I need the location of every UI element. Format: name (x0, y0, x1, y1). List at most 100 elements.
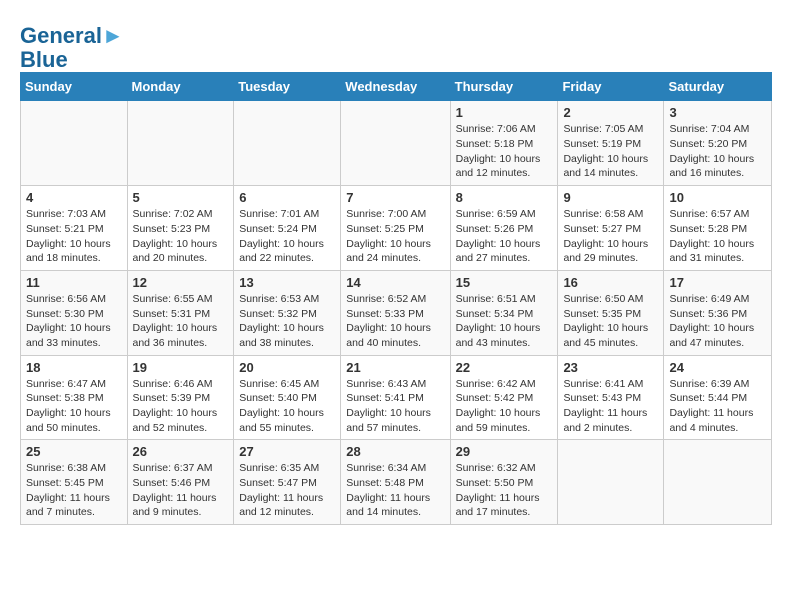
day-info: Sunrise: 6:50 AM Sunset: 5:35 PM Dayligh… (563, 292, 658, 351)
calendar-cell: 6Sunrise: 7:01 AM Sunset: 5:24 PM Daylig… (234, 186, 341, 271)
day-number: 1 (456, 105, 553, 120)
calendar-cell: 29Sunrise: 6:32 AM Sunset: 5:50 PM Dayli… (450, 440, 558, 525)
column-header-saturday: Saturday (664, 73, 772, 101)
day-info: Sunrise: 6:42 AM Sunset: 5:42 PM Dayligh… (456, 377, 553, 436)
day-info: Sunrise: 6:58 AM Sunset: 5:27 PM Dayligh… (563, 207, 658, 266)
calendar-cell: 10 Sunrise: 6:57 AM Sunset: 5:28 PM Dayli… (664, 186, 772, 271)
day-info: Sunrise: 6:45 AM Sunset: 5:40 PM Dayligh… (239, 377, 335, 436)
day-info: Sunrise: 7:06 AM Sunset: 5:18 PM Dayligh… (456, 122, 553, 181)
day-number: 5 (133, 190, 229, 205)
column-header-sunday: Sunday (21, 73, 128, 101)
day-info: Sunrise: 7:02 AM Sunset: 5:23 PM Dayligh… (133, 207, 229, 266)
day-info: Sunrise: 7:03 AM Sunset: 5:21 PM Dayligh… (26, 207, 122, 266)
day-number: 19 (133, 360, 229, 375)
calendar-cell: 4 Sunrise: 7:03 AM Sunset: 5:21 PM Daylig… (21, 186, 128, 271)
calendar-cell: 7 Sunrise: 7:00 AM Sunset: 5:25 PM Daylig… (341, 186, 450, 271)
calendar-cell: 12 Sunrise: 6:55 AM Sunset: 5:31 PM Dayli… (127, 270, 234, 355)
day-number: 18 (26, 360, 122, 375)
day-info: Sunrise: 6:41 AM Sunset: 5:43 PM Dayligh… (563, 377, 658, 436)
calendar-cell: 3 Sunrise: 7:04 AM Sunset: 5:20 PM Daylig… (664, 101, 772, 186)
day-number: 28 (346, 444, 444, 459)
day-number: 16 (563, 275, 658, 290)
day-number: 27 (239, 444, 335, 459)
day-info: Sunrise: 6:43 AM Sunset: 5:41 PM Dayligh… (346, 377, 444, 436)
day-info: Sunrise: 6:38 AM Sunset: 5:45 PM Dayligh… (26, 461, 122, 520)
calendar-cell: 22 Sunrise: 6:42 AM Sunset: 5:42 PM Dayli… (450, 355, 558, 440)
day-info: Sunrise: 6:57 AM Sunset: 5:28 PM Dayligh… (669, 207, 766, 266)
day-number: 3 (669, 105, 766, 120)
day-info: Sunrise: 6:55 AM Sunset: 5:31 PM Dayligh… (133, 292, 229, 351)
calendar-cell (664, 440, 772, 525)
day-info: Sunrise: 6:35 AM Sunset: 5:47 PM Dayligh… (239, 461, 335, 520)
calendar-cell: 16 Sunrise: 6:50 AM Sunset: 5:35 PM Dayli… (558, 270, 664, 355)
day-number: 20 (239, 360, 335, 375)
calendar-cell (234, 101, 341, 186)
day-info: Sunrise: 6:53 AM Sunset: 5:32 PM Dayligh… (239, 292, 335, 351)
calendar-cell: 27 Sunrise: 6:35 AM Sunset: 5:47 PM Dayli… (234, 440, 341, 525)
day-info: Sunrise: 6:51 AM Sunset: 5:34 PM Dayligh… (456, 292, 553, 351)
day-number: 8 (456, 190, 553, 205)
day-number: 9 (563, 190, 658, 205)
day-info: Sunrise: 6:59 AM Sunset: 5:26 PM Dayligh… (456, 207, 553, 266)
calendar-cell: 25 Sunrise: 6:38 AM Sunset: 5:45 PM Dayli… (21, 440, 128, 525)
day-info: Sunrise: 6:52 AM Sunset: 5:33 PM Dayligh… (346, 292, 444, 351)
calendar-week-5: 25 Sunrise: 6:38 AM Sunset: 5:45 PM Dayli… (21, 440, 772, 525)
day-info: Sunrise: 6:34 AM Sunset: 5:48 PM Dayligh… (346, 461, 444, 520)
day-info: Sunrise: 6:39 AM Sunset: 5:44 PM Dayligh… (669, 377, 766, 436)
calendar-table: SundayMondayTuesdayWednesdayThursdayFrid… (20, 72, 772, 525)
logo: General►Blue (20, 24, 124, 72)
day-number: 25 (26, 444, 122, 459)
calendar-cell: 18 Sunrise: 6:47 AM Sunset: 5:38 PM Dayli… (21, 355, 128, 440)
day-number: 10 (669, 190, 766, 205)
day-number: 23 (563, 360, 658, 375)
calendar-cell: 2 Sunrise: 7:05 AM Sunset: 5:19 PM Daylig… (558, 101, 664, 186)
calendar-week-3: 11 Sunrise: 6:56 AM Sunset: 5:30 PM Dayli… (21, 270, 772, 355)
day-number: 26 (133, 444, 229, 459)
day-info: Sunrise: 6:47 AM Sunset: 5:38 PM Dayligh… (26, 377, 122, 436)
calendar-cell: 28 Sunrise: 6:34 AM Sunset: 5:48 PM Dayli… (341, 440, 450, 525)
calendar-cell: 15 Sunrise: 6:51 AM Sunset: 5:34 PM Dayli… (450, 270, 558, 355)
day-number: 12 (133, 275, 229, 290)
day-number: 2 (563, 105, 658, 120)
calendar-cell (341, 101, 450, 186)
day-number: 22 (456, 360, 553, 375)
day-number: 17 (669, 275, 766, 290)
calendar-cell: 11 Sunrise: 6:56 AM Sunset: 5:30 PM Dayli… (21, 270, 128, 355)
calendar-cell: 5 Sunrise: 7:02 AM Sunset: 5:23 PM Daylig… (127, 186, 234, 271)
day-number: 11 (26, 275, 122, 290)
calendar-cell: 8 Sunrise: 6:59 AM Sunset: 5:26 PM Daylig… (450, 186, 558, 271)
calendar-cell (558, 440, 664, 525)
calendar-cell: 26 Sunrise: 6:37 AM Sunset: 5:46 PM Dayli… (127, 440, 234, 525)
column-header-wednesday: Wednesday (341, 73, 450, 101)
column-header-friday: Friday (558, 73, 664, 101)
day-number: 7 (346, 190, 444, 205)
day-info: Sunrise: 7:04 AM Sunset: 5:20 PM Dayligh… (669, 122, 766, 181)
day-number: 24 (669, 360, 766, 375)
day-number: 15 (456, 275, 553, 290)
calendar-cell: 14 Sunrise: 6:52 AM Sunset: 5:33 PM Dayli… (341, 270, 450, 355)
calendar-body: 1 Sunrise: 7:06 AM Sunset: 5:18 PM Daylig… (21, 101, 772, 525)
calendar-week-2: 4 Sunrise: 7:03 AM Sunset: 5:21 PM Daylig… (21, 186, 772, 271)
day-number: 13 (239, 275, 335, 290)
day-info: Sunrise: 7:00 AM Sunset: 5:25 PM Dayligh… (346, 207, 444, 266)
day-info: Sunrise: 7:01 AM Sunset: 5:24 PM Dayligh… (239, 207, 335, 266)
day-number: 21 (346, 360, 444, 375)
day-info: Sunrise: 6:37 AM Sunset: 5:46 PM Dayligh… (133, 461, 229, 520)
calendar-week-4: 18 Sunrise: 6:47 AM Sunset: 5:38 PM Dayli… (21, 355, 772, 440)
calendar-cell (21, 101, 128, 186)
calendar-cell: 1 Sunrise: 7:06 AM Sunset: 5:18 PM Daylig… (450, 101, 558, 186)
day-number: 29 (456, 444, 553, 459)
column-header-monday: Monday (127, 73, 234, 101)
day-info: Sunrise: 6:49 AM Sunset: 5:36 PM Dayligh… (669, 292, 766, 351)
logo-text: General►Blue (20, 24, 124, 72)
day-number: 4 (26, 190, 122, 205)
day-info: Sunrise: 7:05 AM Sunset: 5:19 PM Dayligh… (563, 122, 658, 181)
calendar-cell: 19 Sunrise: 6:46 AM Sunset: 5:39 PM Dayli… (127, 355, 234, 440)
day-info: Sunrise: 6:46 AM Sunset: 5:39 PM Dayligh… (133, 377, 229, 436)
column-header-thursday: Thursday (450, 73, 558, 101)
calendar-header: SundayMondayTuesdayWednesdayThursdayFrid… (21, 73, 772, 101)
day-info: Sunrise: 6:56 AM Sunset: 5:30 PM Dayligh… (26, 292, 122, 351)
column-header-tuesday: Tuesday (234, 73, 341, 101)
day-number: 14 (346, 275, 444, 290)
calendar-cell: 23 Sunrise: 6:41 AM Sunset: 5:43 PM Dayli… (558, 355, 664, 440)
